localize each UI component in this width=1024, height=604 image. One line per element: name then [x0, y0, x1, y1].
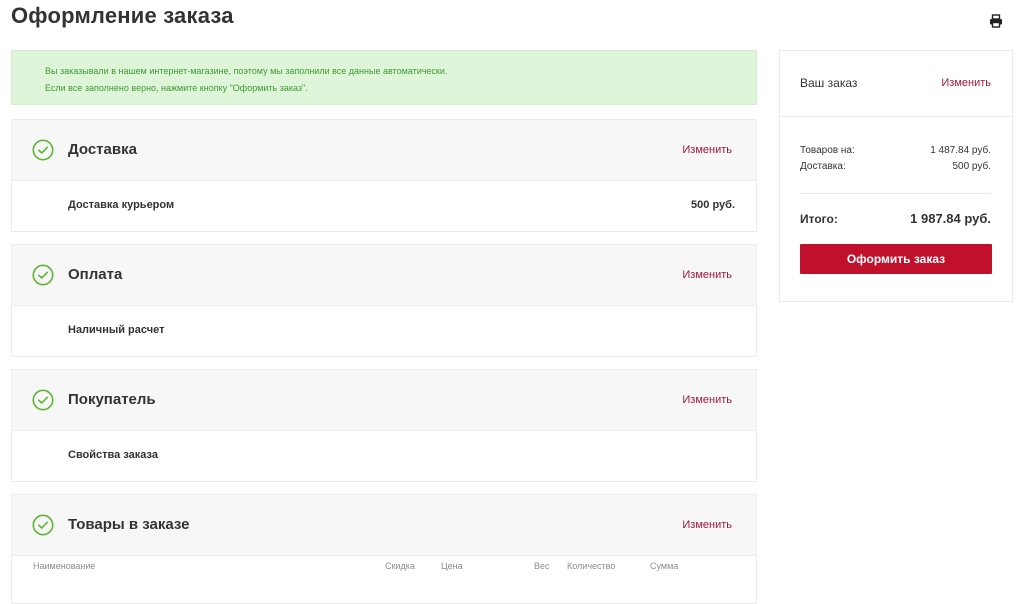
column-header-name: Наименование [33, 561, 96, 571]
order-summary: Ваш заказ Изменить Товаров на: 1 487.84 … [779, 50, 1013, 302]
page-title: Оформление заказа [11, 3, 234, 28]
summary-title: Ваш заказ [800, 76, 858, 90]
column-header-price: Цена [441, 561, 463, 571]
payment-method: Наличный расчет [68, 324, 165, 336]
buyer-section: Покупатель Изменить Свойства заказа [11, 369, 757, 482]
buyer-body: Свойства заказа [12, 431, 756, 481]
column-header-sum: Сумма [650, 561, 679, 571]
payment-section-header[interactable]: Оплата Изменить [12, 245, 756, 306]
items-title: Товары в заказе [68, 516, 190, 533]
summary-divider [780, 116, 1012, 117]
delivery-body: Доставка курьером 500 руб. [12, 181, 756, 231]
summary-goods-row: Товаров на: 1 487.84 руб. [800, 145, 991, 156]
payment-title: Оплата [68, 266, 123, 283]
check-circle-icon [32, 389, 54, 411]
summary-delivery-row: Доставка: 500 руб. [800, 161, 991, 172]
notice-line-1: Вы заказывали в нашем интернет-магазине,… [45, 66, 448, 76]
summary-edit-link[interactable]: Изменить [941, 77, 991, 89]
delivery-section: Доставка Изменить Доставка курьером 500 … [11, 119, 757, 232]
delivery-value: 500 руб. [952, 161, 991, 172]
printer-icon[interactable] [989, 14, 1003, 28]
check-circle-icon [32, 139, 54, 161]
buyer-title: Покупатель [68, 391, 156, 408]
checkout-button[interactable]: Оформить заказ [800, 244, 992, 274]
total-value: 1 987.84 руб. [910, 211, 991, 226]
notice-line-2: Если все заполнено верно, нажмите кнопку… [45, 83, 308, 93]
autofill-notice: Вы заказывали в нашем интернет-магазине,… [11, 50, 757, 105]
column-header-quantity: Количество [567, 561, 616, 571]
delivery-title: Доставка [68, 141, 137, 158]
items-section-header[interactable]: Товары в заказе Изменить [12, 495, 756, 556]
delivery-section-header[interactable]: Доставка Изменить [12, 120, 756, 181]
goods-value: 1 487.84 руб. [930, 145, 991, 156]
column-header-weight: Вес [534, 561, 550, 571]
delivery-method: Доставка курьером [68, 199, 175, 211]
column-header-discount: Скидка [385, 561, 415, 571]
payment-body: Наличный расчет [12, 306, 756, 356]
check-circle-icon [32, 264, 54, 286]
buyer-section-header[interactable]: Покупатель Изменить [12, 370, 756, 431]
delivery-price: 500 руб. [691, 199, 735, 211]
goods-label: Товаров на: [800, 145, 855, 156]
summary-divider-2 [800, 193, 991, 194]
payment-section: Оплата Изменить Наличный расчет [11, 244, 757, 357]
payment-edit-link[interactable]: Изменить [682, 269, 732, 281]
buyer-edit-link[interactable]: Изменить [682, 394, 732, 406]
order-properties: Свойства заказа [68, 449, 158, 461]
check-circle-icon [32, 514, 54, 536]
delivery-edit-link[interactable]: Изменить [682, 144, 732, 156]
items-edit-link[interactable]: Изменить [682, 519, 732, 531]
delivery-label: Доставка: [800, 161, 846, 172]
total-label: Итого: [800, 212, 838, 226]
